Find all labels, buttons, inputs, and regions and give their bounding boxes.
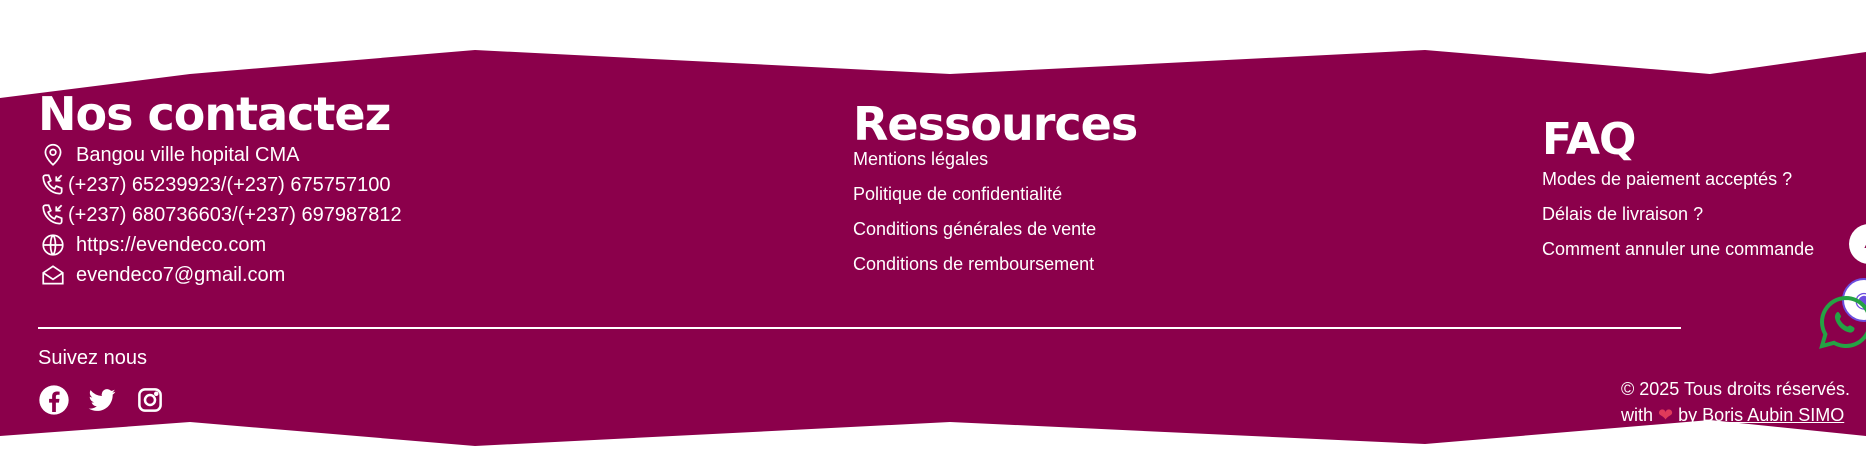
location-pin-icon xyxy=(38,140,68,170)
credit-by: by xyxy=(1678,405,1698,425)
link-conditions-remboursement[interactable]: Conditions de remboursement xyxy=(853,247,1253,282)
contact-section: Nos contactez Bangou ville hopital CMA (… xyxy=(38,88,558,290)
faq-paiement[interactable]: Modes de paiement acceptés ? xyxy=(1542,162,1866,197)
facebook-icon[interactable] xyxy=(38,384,70,416)
faq-section: FAQ Modes de paiement acceptés ? Délais … xyxy=(1542,116,1866,267)
link-conditions-vente[interactable]: Conditions générales de vente xyxy=(853,212,1253,247)
twitter-icon[interactable] xyxy=(86,384,118,416)
phone-incoming-icon xyxy=(38,200,68,230)
social-links xyxy=(38,384,166,416)
address-text: Bangou ville hopital CMA xyxy=(76,143,300,166)
phone-row-1: (+237) 65239923/(+237) 675757100 xyxy=(38,170,558,200)
phone-text-2[interactable]: (+237) 680736603/(+237) 697987812 xyxy=(68,204,402,227)
resources-section: Ressources Mentions légales Politique de… xyxy=(853,98,1253,282)
copyright-line: © 2025 Tous droits réservés. xyxy=(1621,379,1851,399)
faq-title: FAQ xyxy=(1542,116,1636,165)
email-row: evendeco7@gmail.com xyxy=(38,260,558,290)
website-row: https://evendeco.com xyxy=(38,230,558,260)
phone-incoming-icon xyxy=(38,170,68,200)
faq-livraison[interactable]: Délais de livraison ? xyxy=(1542,197,1866,232)
email-link[interactable]: evendeco7@gmail.com xyxy=(76,264,285,287)
phone-row-2: (+237) 680736603/(+237) 697987812 xyxy=(38,200,558,230)
link-politique-confidentialite[interactable]: Politique de confidentialité xyxy=(853,177,1253,212)
address-row: Bangou ville hopital CMA xyxy=(38,140,558,170)
whatsapp-icon xyxy=(1819,295,1866,349)
whatsapp-button[interactable] xyxy=(1816,292,1866,352)
site-footer: Nos contactez Bangou ville hopital CMA (… xyxy=(0,0,1866,460)
website-link[interactable]: https://evendeco.com xyxy=(76,234,266,257)
faq-annuler-commande[interactable]: Comment annuler une commande xyxy=(1542,232,1866,267)
credit-with: with xyxy=(1621,405,1654,425)
footer-divider xyxy=(38,327,1681,329)
contact-title: Nos contactez xyxy=(38,87,391,141)
follow-label: Suivez nous xyxy=(38,347,147,369)
instagram-icon[interactable] xyxy=(134,384,166,416)
heart-icon: ❤ xyxy=(1658,405,1674,425)
globe-icon xyxy=(38,230,68,260)
author-link[interactable]: Boris Aubin SIMO xyxy=(1702,405,1844,425)
chevron-up-icon: ▲ xyxy=(1861,235,1866,253)
credit-line: with ❤ by Boris Aubin SIMO xyxy=(1621,402,1850,428)
phone-text-1[interactable]: (+237) 65239923/(+237) 675757100 xyxy=(68,174,391,197)
copyright-block: © 2025 Tous droits réservés. with ❤ by B… xyxy=(1621,376,1850,428)
envelope-open-icon xyxy=(38,260,68,290)
